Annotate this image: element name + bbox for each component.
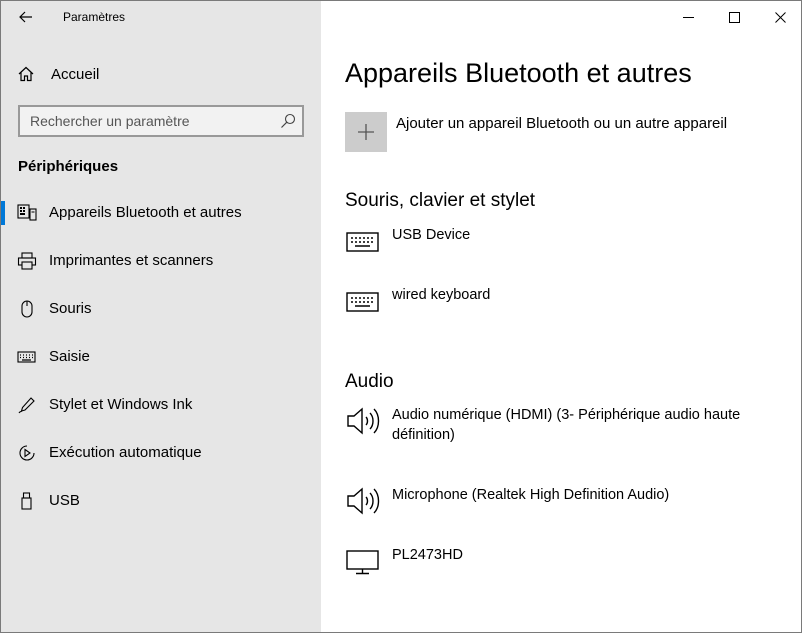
search-icon[interactable] <box>280 113 296 129</box>
app-title: Paramètres <box>63 10 126 24</box>
sidebar-item-label: Saisie <box>49 348 90 365</box>
close-button[interactable] <box>757 1 801 33</box>
main-content: Appareils Bluetooth et autres Ajouter un… <box>321 1 801 632</box>
back-arrow-icon <box>19 11 32 23</box>
device-name: Microphone (Realtek High Definition Audi… <box>392 487 670 503</box>
plus-icon <box>358 124 374 140</box>
home-label: Accueil <box>51 66 100 83</box>
sidebar-item-mouse[interactable]: Souris <box>1 287 321 331</box>
group-title-audio: Audio <box>345 371 394 392</box>
monitor-icon <box>346 550 379 575</box>
device-name: PL2473HD <box>392 547 463 563</box>
minimize-icon <box>682 16 694 18</box>
maximize-icon <box>728 11 740 23</box>
printer-icon <box>17 252 37 270</box>
search-box[interactable] <box>18 105 304 137</box>
sidebar-item-typing[interactable]: Saisie <box>1 335 321 379</box>
mouse-icon <box>21 300 33 318</box>
sidebar-item-label: Imprimantes et scanners <box>49 252 214 269</box>
autoplay-icon <box>19 445 35 461</box>
group-title-input-devices: Souris, clavier et stylet <box>345 190 536 211</box>
maximize-button[interactable] <box>711 1 757 33</box>
sidebar-section-title: Périphériques <box>18 158 119 175</box>
keyboard-icon <box>17 351 36 363</box>
pen-icon <box>18 397 35 414</box>
search-input[interactable] <box>20 107 270 135</box>
sidebar-item-label: Exécution automatique <box>49 444 202 461</box>
page-title: Appareils Bluetooth et autres <box>345 58 692 88</box>
window-controls <box>665 1 801 33</box>
sidebar-item-label: USB <box>49 492 80 509</box>
sidebar-item-autoplay[interactable]: Exécution automatique <box>1 431 321 475</box>
active-indicator <box>1 201 5 225</box>
sidebar-item-pen[interactable]: Stylet et Windows Ink <box>1 383 321 427</box>
device-name: wired keyboard <box>392 287 491 303</box>
speaker-icon <box>347 407 380 435</box>
home-icon <box>18 66 34 82</box>
minimize-button[interactable] <box>665 1 711 33</box>
sidebar-item-usb[interactable]: USB <box>1 479 321 523</box>
sidebar-item-label: Appareils Bluetooth et autres <box>49 204 242 221</box>
settings-window: Paramètres Accueil Périphériques <box>0 0 802 633</box>
device-name: USB Device <box>392 227 471 243</box>
usb-icon <box>21 492 32 510</box>
speaker-icon <box>347 487 380 515</box>
keyboard-icon <box>346 292 379 312</box>
keyboard-icon <box>346 232 379 252</box>
sidebar-item-home[interactable]: Accueil <box>1 55 321 93</box>
sidebar-item-printers[interactable]: Imprimantes et scanners <box>1 239 321 283</box>
sidebar-item-bluetooth[interactable]: Appareils Bluetooth et autres <box>1 191 321 235</box>
sidebar: Paramètres Accueil Périphériques <box>1 1 321 632</box>
bluetooth-devices-icon <box>17 204 37 221</box>
add-device-label: Ajouter un appareil Bluetooth ou un autr… <box>396 115 728 132</box>
add-device-button[interactable]: Ajouter un appareil Bluetooth ou un autr… <box>345 112 785 154</box>
device-name: Audio numérique (HDMI) (3- Périphérique … <box>392 407 741 443</box>
sidebar-item-label: Stylet et Windows Ink <box>49 396 193 413</box>
back-button[interactable] <box>11 5 41 29</box>
add-button-tile[interactable] <box>345 112 387 152</box>
sidebar-item-label: Souris <box>49 300 92 317</box>
close-icon <box>774 11 786 23</box>
